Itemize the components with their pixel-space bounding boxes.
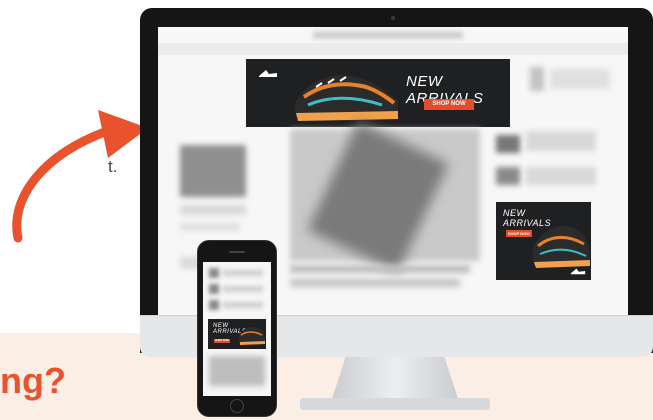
blurred-text: [180, 223, 240, 231]
brand-logo-icon: [259, 70, 277, 77]
blurred-article-image: [209, 356, 265, 386]
monitor-stand-base: [300, 398, 490, 410]
phone-home-button[interactable]: [230, 399, 244, 413]
blurred-article-image: [180, 145, 246, 197]
blurred-headline: [290, 265, 470, 273]
blurred-thumbnail: [496, 167, 520, 185]
banner-shop-now-button[interactable]: SHOP NOW: [424, 99, 474, 110]
phone-screen: NEW ARRIVALS SHOP NOW: [203, 262, 271, 396]
webcam: [391, 16, 395, 20]
blurred-text: [223, 286, 263, 292]
blurred-text: [223, 302, 263, 308]
side-ad-title-line1: NEW: [503, 208, 526, 218]
blurred-text: [550, 69, 610, 89]
sneaker-image: [238, 327, 265, 345]
banner-ad[interactable]: NEW ARRIVALS SHOP NOW: [246, 59, 510, 127]
phone-ad-shop-now-button[interactable]: SHOP NOW: [214, 339, 230, 343]
blurred-text: [223, 270, 263, 276]
blurred-text: [526, 167, 596, 185]
phone-ad[interactable]: NEW ARRIVALS SHOP NOW: [208, 319, 266, 349]
blurred-site-logo: [313, 31, 463, 39]
blurred-text: [180, 205, 246, 215]
phone-speaker: [229, 251, 245, 253]
blurred-thumbnail: [530, 67, 544, 91]
side-ad[interactable]: NEW ARRIVALS SHOP NOW: [496, 202, 591, 280]
blurred-nav-bar: [158, 43, 628, 55]
blurred-thumbnail: [209, 300, 219, 310]
blurred-thumbnail: [496, 135, 520, 153]
cropped-headline: ng?: [0, 360, 66, 401]
brand-logo-icon: [570, 268, 586, 275]
blurred-text: [526, 131, 596, 151]
blurred-thumbnail: [209, 284, 219, 294]
blurred-headline: [290, 279, 460, 287]
promo-illustration: t t. ng? NEW ARRIVALS SHOP NOW: [0, 0, 653, 420]
sneaker-image: [294, 75, 398, 121]
blurred-thumbnail: [209, 268, 219, 278]
